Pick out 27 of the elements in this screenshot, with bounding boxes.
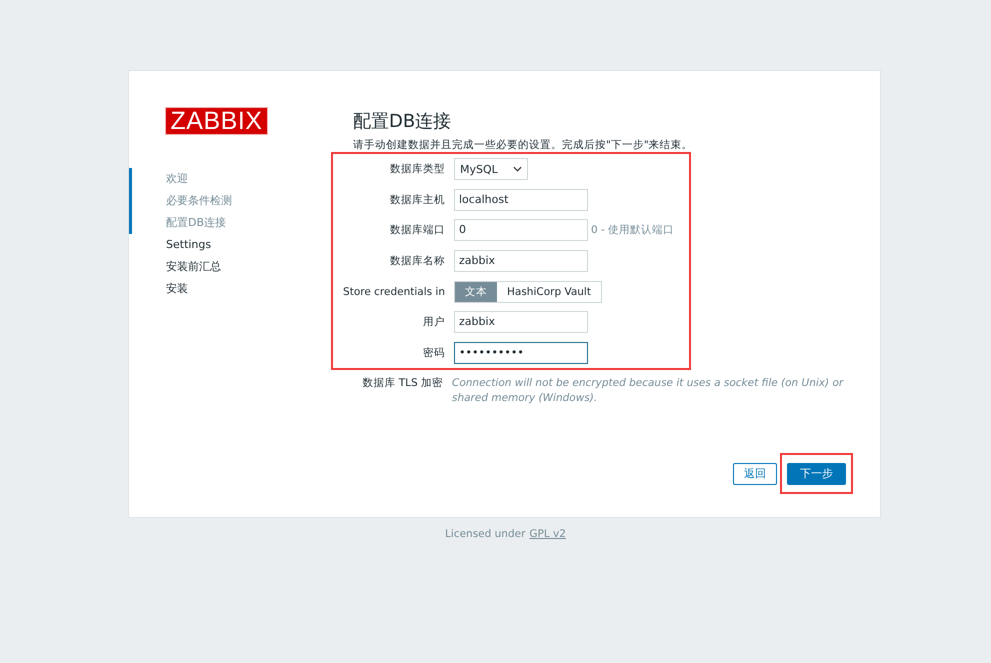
input-field[interactable]: 0 xyxy=(454,219,588,242)
field-label: 数据库端口 xyxy=(389,223,445,238)
input-field[interactable]: zabbix xyxy=(454,311,588,334)
back-button[interactable]: 返回 xyxy=(733,462,777,484)
sidebar-item[interactable]: 安装前汇总 xyxy=(166,256,221,278)
field-label: 数据库名称 xyxy=(389,254,445,268)
input-field[interactable]: localhost xyxy=(454,188,588,211)
field-label: 数据库类型 xyxy=(389,162,445,176)
field-hint: 0 - 使用默认端口 xyxy=(591,223,674,238)
database-type-select[interactable]: MySQL xyxy=(454,158,528,180)
field-label: Store credentials in xyxy=(342,286,445,298)
chevron-down-icon xyxy=(513,166,522,172)
input-field[interactable]: zabbix xyxy=(454,250,588,272)
sidebar-item[interactable]: Settings xyxy=(166,234,212,256)
password-field[interactable]: •••••••••• xyxy=(454,342,588,364)
logo: ZABBIX xyxy=(166,108,267,134)
next-button[interactable]: 下一步 xyxy=(787,462,846,484)
toggle-option[interactable]: HashiCorp Vault xyxy=(497,282,601,302)
field-label: 密码 xyxy=(422,346,445,360)
field-label: 用户 xyxy=(422,315,445,330)
instruction-text: 请手动创建数据并且完成一些必要的设置。完成后按"下一步"来结束。 xyxy=(353,138,694,153)
page-title: 配置DB连接 xyxy=(353,110,452,134)
tls-note: Connection will not be encrypted because it uses a socket file (on Unix) or shared memory (Windows). xyxy=(452,376,845,406)
license-text: Licensed under xyxy=(445,528,526,540)
sidebar-item[interactable]: 安装 xyxy=(166,278,188,300)
field-label: 数据库主机 xyxy=(389,192,445,207)
field-label: 数据库 TLS 加密 xyxy=(361,376,443,390)
